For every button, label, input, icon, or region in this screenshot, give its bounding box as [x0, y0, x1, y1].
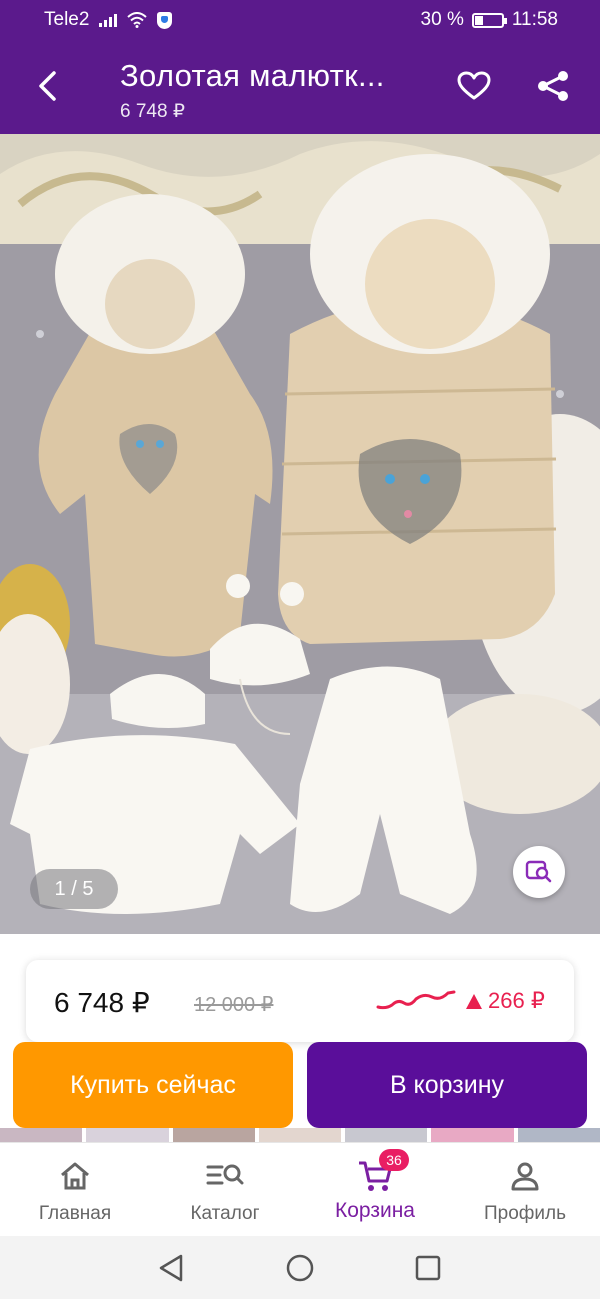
share-button[interactable] — [531, 64, 575, 108]
circle-home-icon — [286, 1254, 314, 1282]
related-items-strip — [0, 1128, 600, 1142]
bottom-navigation: Главная Каталог 36 Корзина Профиль — [0, 1142, 600, 1236]
carrier-label: Tele2 — [44, 9, 90, 30]
nav-home-label: Главная — [38, 1203, 112, 1224]
system-home-button[interactable] — [282, 1250, 318, 1286]
visual-search-button[interactable] — [513, 846, 565, 898]
current-price: 6 748 ₽ — [54, 987, 150, 1018]
wifi-icon — [127, 12, 148, 28]
nav-cart[interactable]: 36 Корзина — [300, 1143, 450, 1237]
product-photo — [0, 134, 600, 934]
system-recents-button[interactable] — [410, 1250, 446, 1286]
square-recents-icon — [415, 1255, 441, 1281]
nav-home[interactable]: Главная — [0, 1143, 150, 1237]
product-title: Золотая малютк... — [120, 58, 385, 93]
status-bar: Tele2 30 % 11:58 — [0, 0, 600, 40]
system-back-button[interactable] — [153, 1250, 189, 1286]
price-up-icon — [466, 993, 482, 1009]
add-to-cart-button[interactable]: В корзину — [307, 1042, 587, 1128]
profile-icon — [511, 1162, 539, 1191]
nav-cart-label: Корзина — [335, 1199, 415, 1222]
price-change: 266 ₽ — [466, 988, 545, 1014]
price-card[interactable]: 6 748 ₽ 12 000 ₽ 266 ₽ — [26, 960, 574, 1042]
app-bar: Золотая малютк... 6 748 ₽ — [0, 40, 600, 134]
cart-badge: 36 — [379, 1149, 409, 1171]
signal-icon — [99, 13, 118, 27]
nav-profile[interactable]: Профиль — [450, 1143, 600, 1237]
price-change-value: 266 ₽ — [488, 988, 545, 1013]
clock: 11:58 — [511, 9, 558, 30]
nav-profile-label: Профиль — [483, 1203, 567, 1224]
battery-percent: 30 % — [420, 9, 464, 30]
battery-icon — [471, 12, 507, 28]
product-image-gallery[interactable]: 1 / 5 — [0, 134, 600, 934]
system-navigation-bar — [0, 1236, 600, 1299]
nav-catalog-label: Каталог — [190, 1203, 260, 1224]
catalog-search-icon — [206, 1164, 244, 1185]
image-search-icon — [525, 860, 552, 883]
old-price: 12 000 ₽ — [194, 994, 274, 1016]
price-history-sparkline-icon[interactable] — [376, 987, 456, 1013]
header-price: 6 748 ₽ — [120, 101, 185, 122]
home-icon — [61, 1162, 89, 1190]
back-button[interactable] — [26, 64, 70, 108]
favorite-button[interactable] — [452, 64, 496, 108]
nav-catalog[interactable]: Каталог — [150, 1143, 300, 1237]
heart-icon — [457, 71, 491, 100]
share-icon — [538, 71, 568, 101]
security-shield-icon — [157, 11, 173, 29]
back-arrow-icon — [39, 71, 56, 101]
image-counter: 1 / 5 — [30, 869, 118, 909]
triangle-back-icon — [159, 1254, 183, 1282]
buy-now-button[interactable]: Купить сейчас — [13, 1042, 293, 1128]
